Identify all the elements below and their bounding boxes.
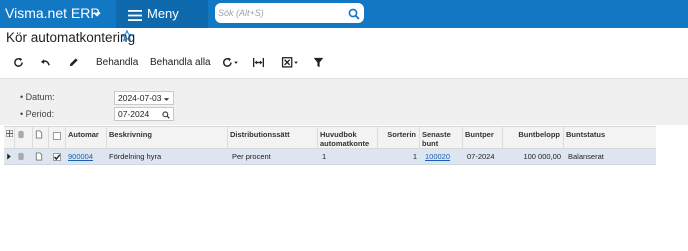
hamburger-icon [128,8,142,26]
period-value: 07-2024 [118,109,150,119]
table-row[interactable]: 900004 Fördelning hyra Per procent 1 1 1… [4,149,656,165]
process-button[interactable]: Behandla [96,57,138,68]
refresh-icon[interactable] [13,55,24,71]
refresh-dropdown-icon[interactable] [221,55,241,71]
header-attachment-cell [15,127,33,150]
date-field[interactable]: 2024-07-03 [114,91,174,105]
select-all-checkbox[interactable] [53,132,61,140]
grid-settings-icon[interactable] [5,129,14,139]
period-label: • Period: [20,109,55,119]
filter-icon[interactable] [313,55,324,71]
filter-panel: • Datum: 2024-07-03 • Period: 07-2024 [0,78,688,125]
edit-pencil-icon[interactable] [68,55,79,71]
cell-ledger: 1 [322,152,327,161]
auto-link[interactable]: 900004 [68,152,93,161]
header-settings-cell[interactable] [4,127,15,150]
note-icon [35,130,43,141]
fit-columns-icon[interactable] [252,55,265,71]
menu-label: Meny [147,6,179,21]
lookup-search-icon[interactable] [162,110,170,122]
header-batch-status[interactable]: Buntstatus [564,127,656,150]
search-box[interactable] [215,3,364,23]
dropdown-arrow-icon[interactable] [163,94,170,106]
clear-filter-icon[interactable] [281,55,301,71]
header-auto[interactable]: Automar [66,127,107,150]
grid-header: Automar Beskrivning Distributionssätt Hu… [4,126,656,150]
header-last-batch[interactable]: Senaste bunt [420,127,463,150]
toolbar: Behandla Behandla alla [0,51,688,73]
header-note-cell [33,127,49,150]
row-select-cell[interactable] [49,149,66,165]
cell-sort: 1 [412,152,417,161]
attachment-icon [17,130,25,141]
chevron-down-icon[interactable] [92,6,102,24]
cell-batch-status: Balanserat [568,152,604,161]
header-ledger[interactable]: Huvudbok automatkonte [318,127,378,150]
row-note-icon[interactable] [33,149,49,165]
favorite-star-icon[interactable] [120,29,134,47]
undo-icon[interactable] [40,55,51,71]
header-batch-period[interactable]: Buntper [463,127,503,150]
header-batch-amount[interactable]: Buntbelopp [503,127,564,150]
search-icon[interactable] [348,7,360,25]
header-sort[interactable]: Sorterin [378,127,420,150]
date-label: • Datum: [20,92,55,102]
last-batch-link[interactable]: 100020 [425,152,450,161]
header-description[interactable]: Beskrivning [107,127,228,150]
row-select-checkbox[interactable] [53,153,61,161]
cell-distribution: Per procent [232,152,271,161]
top-bar: Visma.net ERP Meny [0,0,688,28]
cell-auto[interactable]: 900004 [66,149,107,165]
period-field[interactable]: 07-2024 [114,107,174,121]
cell-batch-period: 07-2024 [467,152,495,161]
row-pointer-icon [4,149,15,165]
header-select-all-cell[interactable] [49,127,66,150]
page-title: Kör automatkontering [6,30,136,45]
menu-button[interactable]: Meny [116,0,208,28]
row-attachment-icon[interactable] [15,149,33,165]
cell-description: Fördelning hyra [109,152,162,161]
header-distribution[interactable]: Distributionssätt [228,127,318,150]
process-all-button[interactable]: Behandla alla [150,57,211,68]
app-title[interactable]: Visma.net ERP [5,5,100,21]
date-value: 2024-07-03 [118,93,162,103]
cell-batch-amount: 100 000,00 [523,152,561,161]
cell-last-batch[interactable]: 100020 [420,149,463,165]
search-input[interactable] [218,5,343,21]
